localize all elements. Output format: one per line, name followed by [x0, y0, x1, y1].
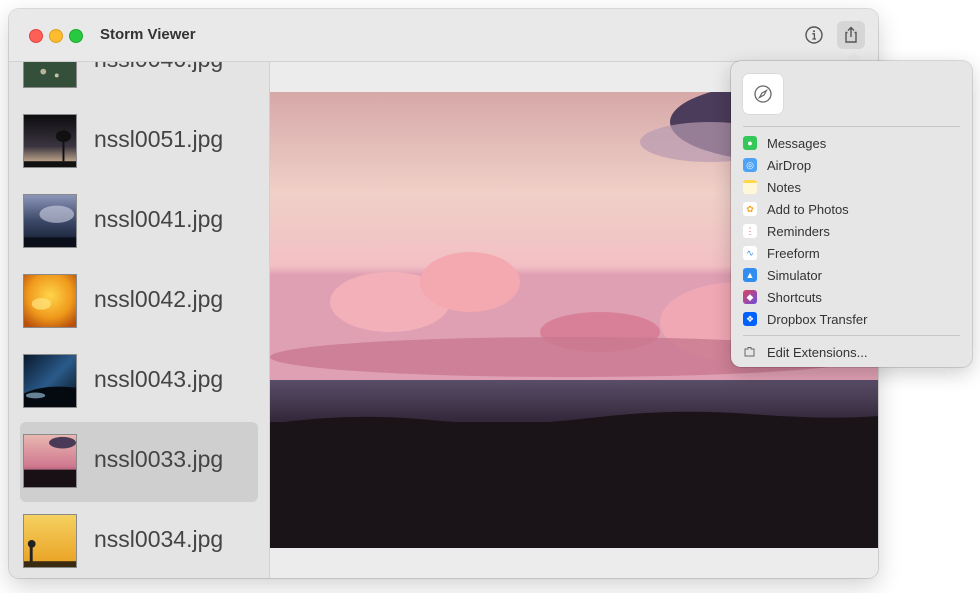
- list-item-label: nssl0042.jpg: [94, 286, 224, 312]
- image-list: nssl0046.jpg nssl0051.jpg nssl0041.jpg: [9, 62, 269, 578]
- menu-item-shortcuts[interactable]: ◆ Shortcuts: [743, 286, 960, 308]
- menu-item-airdrop[interactable]: ◎ AirDrop: [743, 154, 960, 176]
- menu-item-reminders[interactable]: ⋮ Reminders: [743, 220, 960, 242]
- safari-button[interactable]: [743, 74, 783, 114]
- photos-icon: ✿: [743, 202, 757, 216]
- notes-icon: [743, 180, 757, 194]
- menu-separator: [743, 126, 960, 127]
- list-item[interactable]: nssl0041.jpg: [20, 182, 258, 262]
- menu-item-messages[interactable]: ● Messages: [743, 132, 960, 154]
- shortcuts-icon: ◆: [743, 290, 757, 304]
- zoom-window-button[interactable]: [69, 29, 83, 43]
- extensions-icon: [743, 345, 757, 359]
- info-circle-icon: [805, 26, 823, 44]
- thumbnail-image: [23, 62, 77, 88]
- sidebar: nssl0046.jpg nssl0051.jpg nssl0041.jpg: [9, 62, 270, 578]
- list-item[interactable]: nssl0046.jpg: [20, 62, 258, 102]
- menu-item-notes[interactable]: Notes: [743, 176, 960, 198]
- list-item-label: nssl0034.jpg: [94, 526, 224, 552]
- title-bar: Storm Viewer: [9, 9, 878, 62]
- menu-separator: [743, 335, 960, 336]
- messages-icon: ●: [743, 136, 757, 150]
- list-item[interactable]: nssl0034.jpg: [20, 502, 258, 578]
- menu-item-dropbox-transfer[interactable]: ❖ Dropbox Transfer: [743, 308, 960, 330]
- thumbnail-image: [23, 514, 77, 568]
- list-item[interactable]: nssl0043.jpg: [20, 342, 258, 422]
- list-item-label: nssl0046.jpg: [94, 62, 223, 73]
- simulator-icon: ▲: [743, 268, 757, 282]
- list-item-selected[interactable]: nssl0033.jpg: [20, 422, 258, 502]
- list-item-label: nssl0051.jpg: [94, 126, 224, 152]
- menu-item-add-to-photos[interactable]: ✿ Add to Photos: [743, 198, 960, 220]
- menu-item-edit-extensions[interactable]: Edit Extensions...: [743, 341, 960, 363]
- menu-item-simulator[interactable]: ▲ Simulator: [743, 264, 960, 286]
- reminders-icon: ⋮: [743, 224, 757, 238]
- info-button[interactable]: [800, 21, 828, 49]
- share-menu: ● Messages ◎ AirDrop Notes ✿ Add to Phot…: [731, 61, 972, 367]
- thumbnail-image: [23, 194, 77, 248]
- share-icon: [845, 26, 857, 43]
- minimize-window-button[interactable]: [49, 29, 63, 43]
- window-title: Storm Viewer: [100, 26, 196, 43]
- thumbnail-image: [23, 274, 77, 328]
- close-window-button[interactable]: [29, 29, 43, 43]
- list-item-label: nssl0033.jpg: [94, 446, 224, 472]
- dropbox-icon: ❖: [743, 312, 757, 326]
- list-item-label: nssl0043.jpg: [94, 366, 224, 392]
- thumbnail-image: [23, 434, 77, 488]
- share-button[interactable]: [837, 21, 865, 49]
- thumbnail-image: [23, 354, 77, 408]
- list-item-label: nssl0041.jpg: [94, 206, 224, 232]
- list-item[interactable]: nssl0051.jpg: [20, 102, 258, 182]
- airdrop-icon: ◎: [743, 158, 757, 172]
- menu-item-freeform[interactable]: ∿ Freeform: [743, 242, 960, 264]
- list-item[interactable]: nssl0042.jpg: [20, 262, 258, 342]
- safari-compass-icon: [754, 85, 772, 103]
- freeform-icon: ∿: [743, 246, 757, 260]
- thumbnail-image: [23, 114, 77, 168]
